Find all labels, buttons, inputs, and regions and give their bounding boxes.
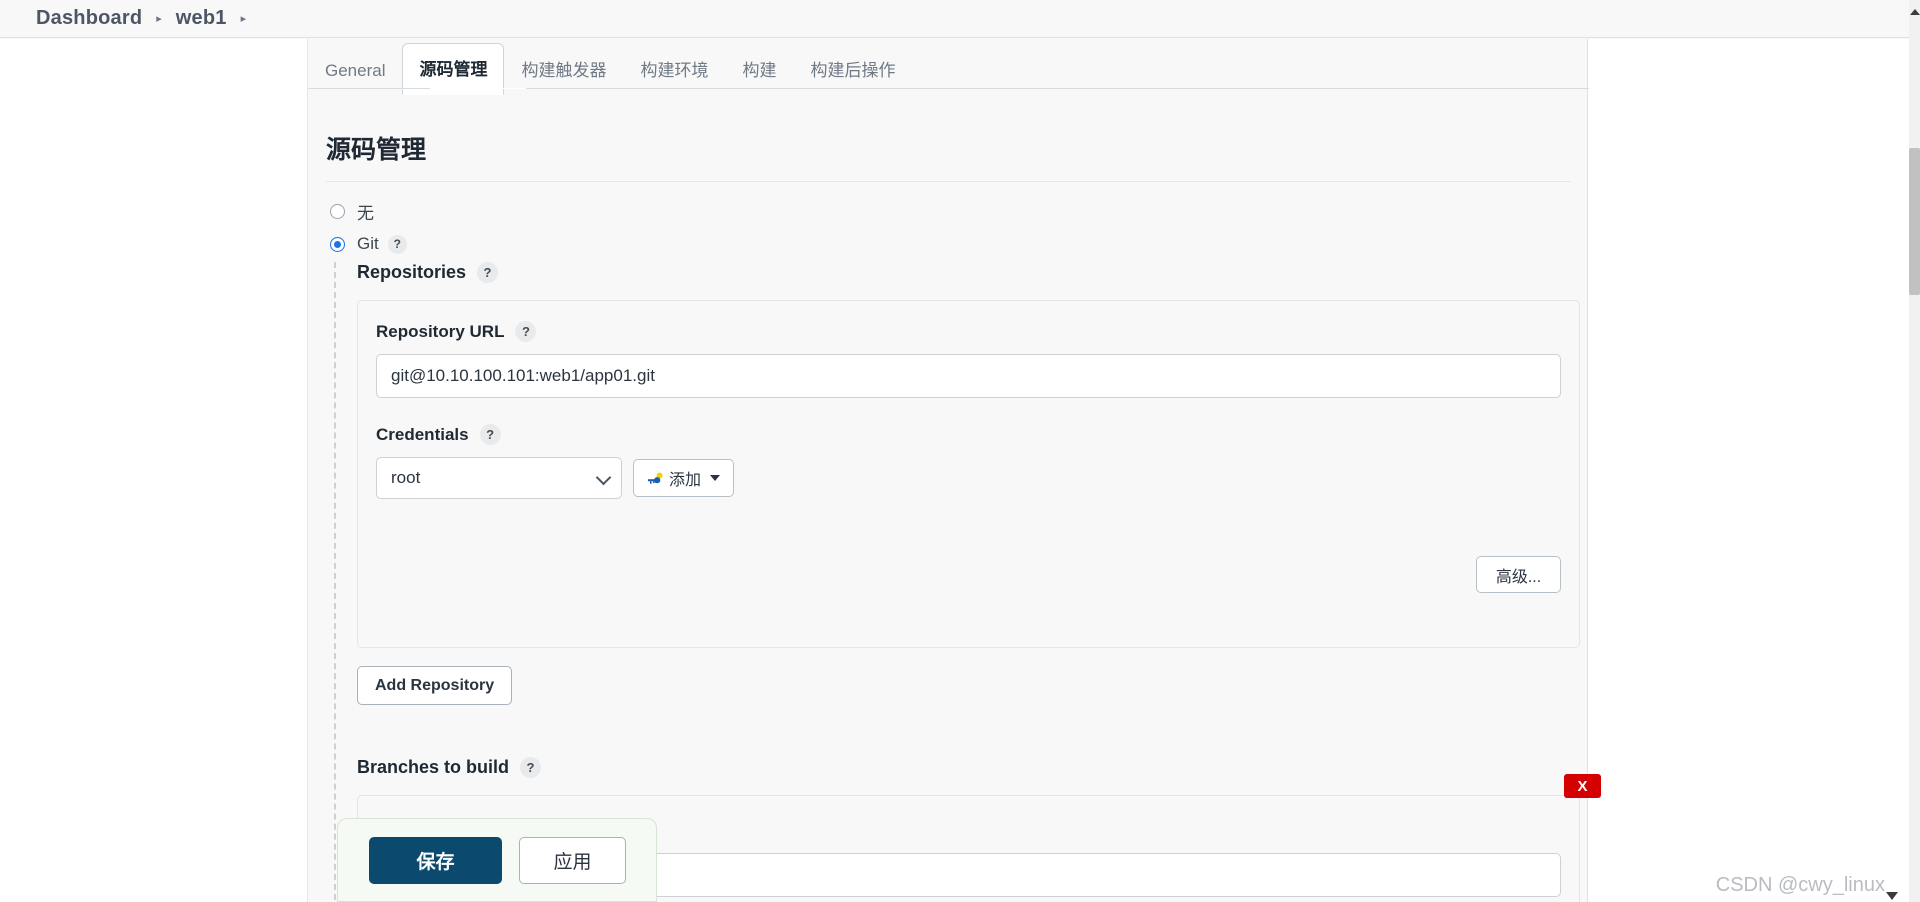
branches-help-icon[interactable]: ?: [520, 757, 542, 778]
credentials-label-row: Credentials ?: [376, 424, 1561, 445]
title-divider: [326, 181, 1571, 182]
right-blank-area: [1589, 39, 1909, 902]
config-tabs: General 源码管理 构建触发器 构建环境 构建 构建后操作: [308, 39, 1589, 95]
scroll-up-arrow-icon[interactable]: [1910, 9, 1920, 15]
add-repository-button[interactable]: Add Repository: [357, 666, 513, 705]
delete-branch-button[interactable]: X: [1564, 774, 1601, 798]
left-gutter: [0, 39, 307, 902]
add-credentials-button[interactable]: 添加: [633, 459, 735, 497]
repository-url-label: Repository URL: [376, 321, 505, 341]
page-title: 源码管理: [326, 136, 427, 164]
repositories-help-icon[interactable]: ?: [477, 262, 499, 283]
advanced-button[interactable]: 高级...: [1476, 556, 1561, 593]
repositories-label-row: Repositories ?: [357, 262, 1589, 283]
radio-git-icon[interactable]: [330, 236, 345, 252]
git-config-block: Repositories ? Repository URL ? Credenti…: [334, 262, 1601, 902]
repository-url-input[interactable]: [376, 354, 1561, 398]
breadcrumb: Dashboard ▸ web1 ▸: [0, 0, 1909, 38]
repository-url-label-row: Repository URL ?: [376, 321, 1561, 342]
credentials-select[interactable]: root: [376, 457, 622, 499]
config-content: 源码管理 无 Git ? Repositories ? Repository U…: [308, 89, 1601, 902]
scm-option-git[interactable]: Git ?: [330, 234, 1589, 254]
credentials-help-icon[interactable]: ?: [479, 424, 501, 445]
page-root: Dashboard ▸ web1 ▸ General 源码管理 构建触发器 构建…: [0, 0, 1920, 902]
apply-button[interactable]: 应用: [519, 836, 626, 884]
breadcrumb-dropdown-icon[interactable]: ▸: [241, 14, 247, 25]
git-help-icon[interactable]: ?: [387, 234, 407, 254]
watermark-text: CSDN @cwy_linux: [1715, 874, 1885, 896]
vertical-scrollbar[interactable]: [1909, 0, 1920, 902]
scm-option-git-label: Git: [357, 234, 379, 253]
scm-option-none[interactable]: 无: [330, 199, 1589, 224]
credentials-select-value: root: [391, 468, 421, 487]
repositories-label: Repositories: [357, 262, 467, 282]
repository-url-help-icon[interactable]: ?: [515, 321, 537, 342]
page-canvas: General 源码管理 构建触发器 构建环境 构建 构建后操作 源码管理 无: [0, 39, 1909, 902]
breadcrumb-item-web1[interactable]: web1: [176, 7, 227, 30]
radio-none-icon[interactable]: [330, 204, 345, 219]
save-button[interactable]: 保存: [369, 836, 502, 884]
scrollbar-thumb[interactable]: [1909, 148, 1920, 295]
scm-option-none-label: 无: [357, 204, 374, 223]
credentials-row: root 添加: [376, 457, 1561, 499]
config-panel: General 源码管理 构建触发器 构建环境 构建 构建后操作 源码管理 无: [307, 39, 1601, 902]
repository-card: Repository URL ? Credentials ? root: [357, 300, 1580, 648]
credentials-select-wrap[interactable]: root: [376, 457, 622, 499]
key-icon: [647, 472, 664, 485]
add-credentials-label: 添加: [669, 472, 702, 489]
form-action-bar: 保存 应用: [337, 818, 657, 902]
branches-label-row: Branches to build ?: [357, 757, 1589, 778]
breadcrumb-separator-icon: ▸: [156, 13, 162, 25]
breadcrumb-item-dashboard[interactable]: Dashboard: [36, 7, 142, 30]
caret-down-icon: [710, 475, 721, 481]
watermark-caret-icon: [1886, 892, 1898, 900]
credentials-label: Credentials: [376, 424, 469, 444]
branches-label: Branches to build: [357, 757, 510, 777]
